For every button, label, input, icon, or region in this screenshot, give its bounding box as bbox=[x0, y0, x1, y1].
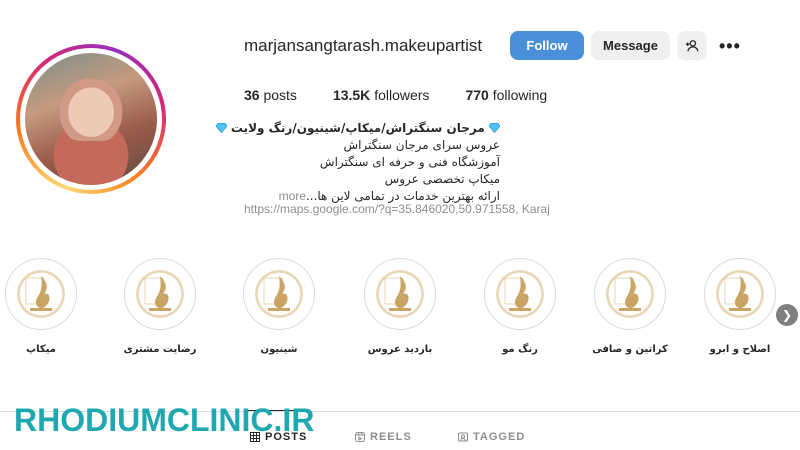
highlight-item[interactable]: کراتین و صافی bbox=[585, 258, 675, 355]
tagged-icon bbox=[458, 432, 468, 442]
highlight-item[interactable]: شینیون bbox=[234, 258, 324, 355]
add-user-button[interactable] bbox=[677, 31, 707, 60]
highlight-cover bbox=[484, 258, 556, 330]
bio-line: میکاپ تخصصی عروس bbox=[384, 172, 500, 186]
salon-logo-icon bbox=[129, 263, 191, 325]
salon-logo-icon bbox=[10, 263, 72, 325]
tab-reels[interactable]: REELS bbox=[355, 431, 412, 443]
bio-more-link[interactable]: more bbox=[279, 189, 306, 203]
highlight-label: کراتین و صافی bbox=[592, 344, 668, 355]
more-options-icon[interactable]: ••• bbox=[719, 36, 741, 57]
salon-logo-icon bbox=[489, 263, 551, 325]
avatar-border bbox=[20, 48, 162, 190]
following-label: following bbox=[492, 87, 548, 103]
bio-name: مرجان سنگتراش/میکاپ/شینیون/رنگ ولایت bbox=[230, 121, 485, 135]
bio-url-link[interactable]: https://maps.google.com/?q=35.846020,50.… bbox=[244, 202, 550, 216]
next-arrow-icon[interactable]: ❯ bbox=[776, 304, 798, 326]
salon-logo-icon bbox=[709, 263, 771, 325]
highlight-item[interactable]: رنگ مو bbox=[475, 258, 565, 355]
highlight-item[interactable]: بازدید عروس bbox=[355, 258, 445, 355]
salon-logo-icon bbox=[369, 263, 431, 325]
profile-username: marjansangtarash.makeupartist bbox=[244, 36, 483, 55]
followers-label: followers bbox=[374, 87, 430, 103]
highlight-item[interactable]: رضایت مشتری bbox=[115, 258, 205, 355]
highlight-cover bbox=[704, 258, 776, 330]
highlight-label: رنگ مو bbox=[502, 344, 538, 355]
story-highlights: اصلاح و ابرو کراتین و صافی رنگ مو بازدید… bbox=[0, 258, 800, 368]
highlight-item[interactable]: میکاپ bbox=[0, 258, 86, 355]
salon-logo-icon bbox=[599, 263, 661, 325]
profile-stats: 36 posts 13.5K followers 770 following bbox=[244, 87, 583, 103]
follow-button[interactable]: Follow bbox=[510, 31, 584, 60]
highlight-item[interactable]: اصلاح و ابرو bbox=[695, 258, 785, 355]
avatar-photo bbox=[25, 53, 157, 185]
bio-line: عروس سرای مرجان سنگتراش bbox=[343, 138, 500, 152]
tab-tagged-label: TAGGED bbox=[473, 431, 526, 443]
highlight-label: شینیون bbox=[260, 344, 298, 355]
bio-line: آموزشگاه فنی و حرفه ای سنگتراش bbox=[319, 155, 500, 169]
highlight-cover bbox=[364, 258, 436, 330]
followers-count: 13.5K bbox=[332, 87, 371, 103]
tab-reels-label: REELS bbox=[370, 431, 412, 443]
add-user-icon bbox=[685, 39, 699, 51]
message-button[interactable]: Message bbox=[591, 31, 670, 60]
highlight-label: رضایت مشتری bbox=[123, 344, 197, 355]
highlight-cover bbox=[594, 258, 666, 330]
profile-avatar[interactable] bbox=[16, 44, 166, 194]
profile-bio: مرجان سنگتراش/میکاپ/شینیون/رنگ ولایت عرو… bbox=[180, 120, 500, 205]
diamond-icon bbox=[215, 123, 227, 133]
diamond-icon bbox=[489, 123, 500, 133]
bio-line: ارائه بهترین خدمات در تمامی لاین ها... bbox=[305, 189, 500, 203]
followers-stat[interactable]: 13.5K followers bbox=[333, 87, 430, 103]
highlight-cover bbox=[5, 258, 77, 330]
watermark-text: RHODIUMCLINIC.IR bbox=[14, 402, 315, 438]
posts-stat[interactable]: 36 posts bbox=[244, 87, 297, 103]
following-stat[interactable]: 770 following bbox=[465, 87, 547, 103]
salon-logo-icon bbox=[248, 263, 310, 325]
highlight-label: بازدید عروس bbox=[367, 344, 433, 355]
posts-label: posts bbox=[263, 87, 297, 103]
highlight-label: اصلاح و ابرو bbox=[709, 344, 771, 355]
bio-name-line: مرجان سنگتراش/میکاپ/شینیون/رنگ ولایت bbox=[180, 120, 500, 137]
highlight-cover bbox=[243, 258, 315, 330]
posts-count: 36 bbox=[244, 87, 260, 103]
following-count: 770 bbox=[465, 87, 489, 103]
reels-icon bbox=[355, 432, 365, 442]
highlight-cover bbox=[124, 258, 196, 330]
tab-tagged[interactable]: TAGGED bbox=[458, 431, 525, 443]
highlight-label: میکاپ bbox=[26, 344, 56, 355]
